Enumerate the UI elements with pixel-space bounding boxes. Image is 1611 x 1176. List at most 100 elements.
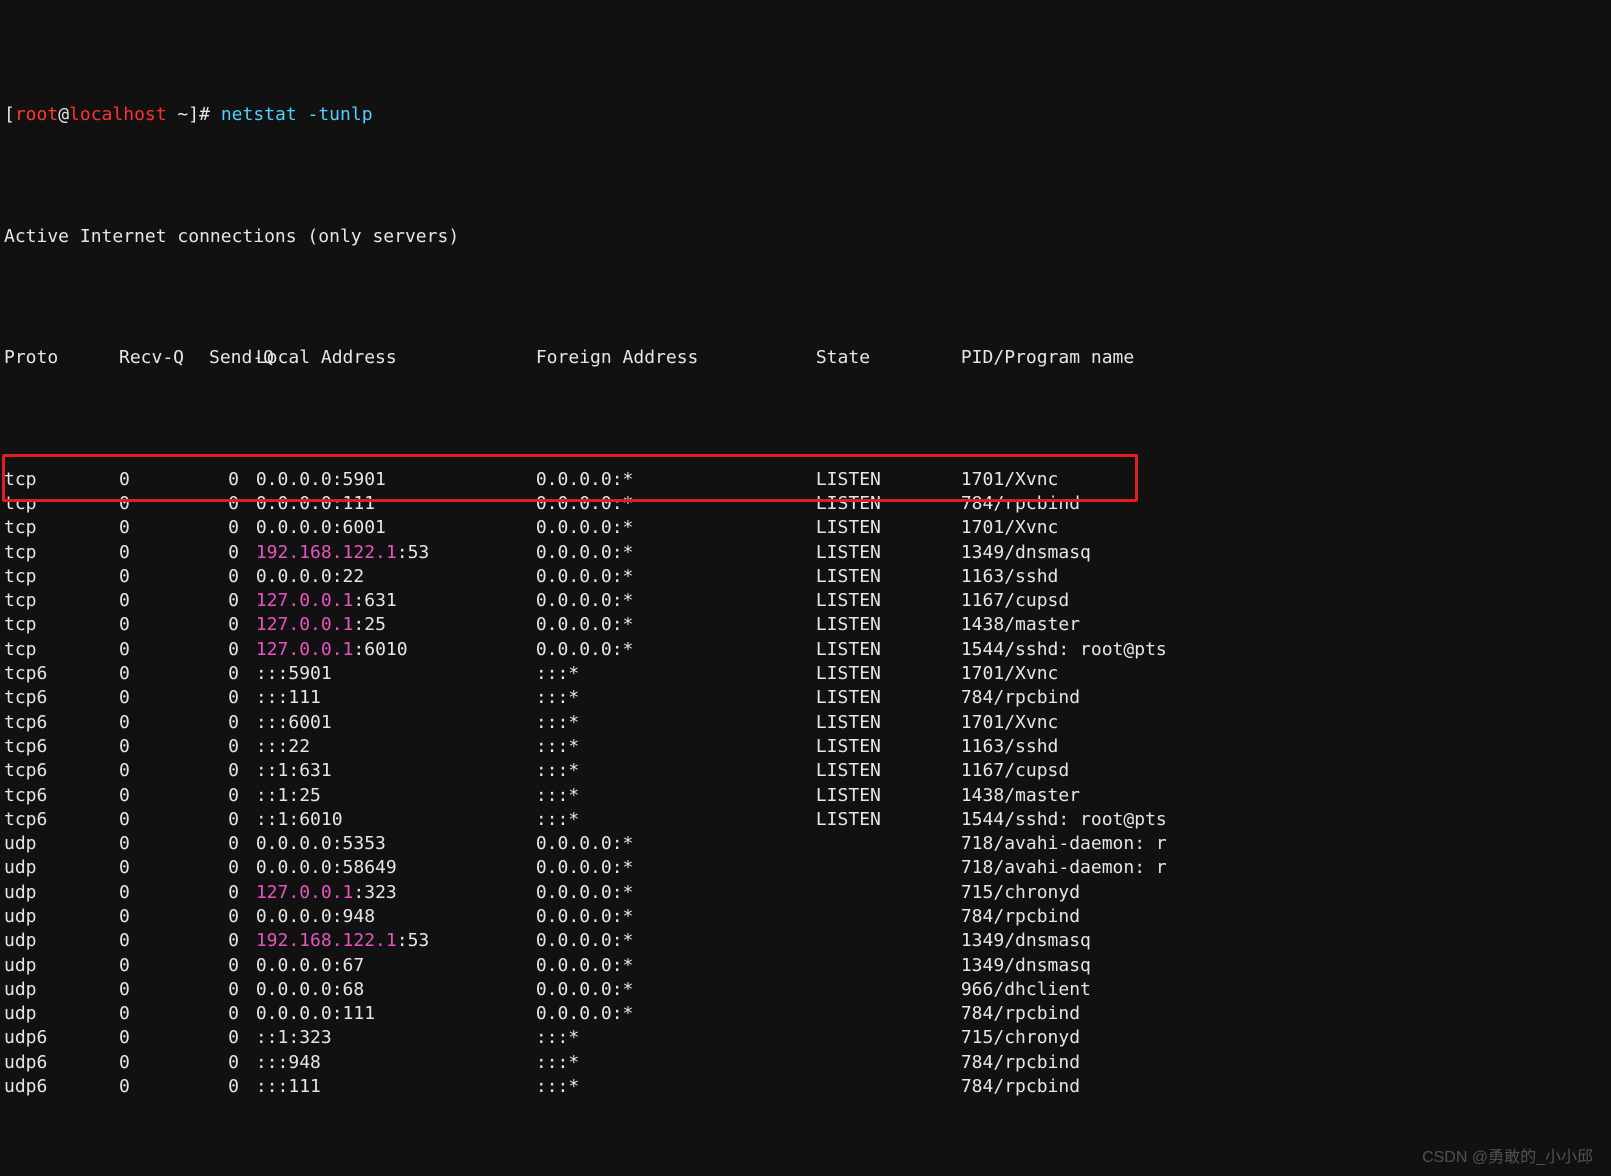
cell-pid-program: 715/chronyd	[961, 1026, 1080, 1050]
cell-sendq: 0	[209, 1075, 245, 1099]
cell-local-address: 127.0.0.1:631	[256, 589, 536, 613]
cell-foreign-address: 0.0.0.0:*	[536, 638, 816, 662]
cell-foreign-address: 0.0.0.0:*	[536, 492, 816, 516]
cell-foreign-address: :::*	[536, 662, 816, 686]
cell-state: LISTEN	[816, 541, 961, 565]
cell-foreign-address: :::*	[536, 1051, 816, 1075]
cell-proto: tcp6	[4, 784, 119, 808]
table-row: tcp600 :::111:::*LISTEN784/rpcbind	[4, 686, 1607, 710]
cell-pid-program: 784/rpcbind	[961, 1002, 1080, 1026]
cell-foreign-address: 0.0.0.0:*	[536, 541, 816, 565]
cell-state: LISTEN	[816, 638, 961, 662]
cell-proto: udp	[4, 856, 119, 880]
cell-proto: tcp6	[4, 808, 119, 832]
cell-sendq: 0	[209, 1026, 245, 1050]
cell-proto: udp	[4, 1002, 119, 1026]
table-row: tcp00 127.0.0.1:250.0.0.0:*LISTEN1438/ma…	[4, 613, 1607, 637]
cell-foreign-address: :::*	[536, 735, 816, 759]
table-row: udp600 :::111:::*784/rpcbind	[4, 1075, 1607, 1099]
cell-proto: udp6	[4, 1026, 119, 1050]
cell-pid-program: 1438/master	[961, 784, 1080, 808]
cell-pid-program: 718/avahi-daemon: r	[961, 832, 1167, 856]
cell-proto: tcp	[4, 613, 119, 637]
table-row: tcp600 :::5901:::*LISTEN1701/Xvnc	[4, 662, 1607, 686]
cell-pid-program: 1544/sshd: root@pts	[961, 808, 1167, 832]
cell-pid-program: 1438/master	[961, 613, 1080, 637]
table-row: udp00 0.0.0.0:670.0.0.0:*1349/dnsmasq	[4, 954, 1607, 978]
cell-recvq: 0	[119, 711, 209, 735]
cell-recvq: 0	[119, 856, 209, 880]
cell-recvq: 0	[119, 638, 209, 662]
cell-local-address: 0.0.0.0:111	[256, 492, 536, 516]
cell-sendq: 0	[209, 516, 245, 540]
table-row: tcp600 :::6001:::*LISTEN1701/Xvnc	[4, 711, 1607, 735]
cell-sendq: 0	[209, 589, 245, 613]
cell-pid-program: 784/rpcbind	[961, 1075, 1080, 1099]
local-ip-highlight: 192.168.122.1	[256, 930, 397, 951]
cell-pid-program: 1701/Xvnc	[961, 662, 1059, 686]
cell-pid-program: 1167/cupsd	[961, 759, 1069, 783]
cell-foreign-address: :::*	[536, 686, 816, 710]
cell-sendq: 0	[209, 492, 245, 516]
table-row: udp00 0.0.0.0:586490.0.0.0:*718/avahi-da…	[4, 856, 1607, 880]
cell-pid-program: 1544/sshd: root@pts	[961, 638, 1167, 662]
cell-pid-program: 718/avahi-daemon: r	[961, 856, 1167, 880]
cell-local-address: ::1:6010	[256, 808, 536, 832]
local-ip-highlight: 127.0.0.1	[256, 882, 354, 903]
cell-state: LISTEN	[816, 468, 961, 492]
command: netstat -tunlp	[221, 104, 373, 125]
cell-local-address: 127.0.0.1:6010	[256, 638, 536, 662]
cell-local-address: 0.0.0.0:68	[256, 978, 536, 1002]
cell-foreign-address: 0.0.0.0:*	[536, 856, 816, 880]
cell-foreign-address: 0.0.0.0:*	[536, 565, 816, 589]
cell-proto: udp	[4, 881, 119, 905]
cell-local-address: ::1:323	[256, 1026, 536, 1050]
cell-local-address: :::5901	[256, 662, 536, 686]
prompt-host: localhost	[69, 104, 167, 125]
cell-foreign-address: 0.0.0.0:*	[536, 468, 816, 492]
cell-proto: tcp6	[4, 662, 119, 686]
cell-proto: udp	[4, 954, 119, 978]
cell-local-address: 192.168.122.1:53	[256, 541, 536, 565]
cell-local-address: 0.0.0.0:58649	[256, 856, 536, 880]
cell-pid-program: 1349/dnsmasq	[961, 929, 1091, 953]
netstat-rows: tcp00 0.0.0.0:59010.0.0.0:*LISTEN1701/Xv…	[4, 468, 1607, 1100]
cell-foreign-address: :::*	[536, 759, 816, 783]
cell-state: LISTEN	[816, 711, 961, 735]
cell-proto: tcp6	[4, 735, 119, 759]
cell-sendq: 0	[209, 613, 245, 637]
cell-recvq: 0	[119, 686, 209, 710]
cell-proto: tcp6	[4, 686, 119, 710]
cell-local-address: 0.0.0.0:6001	[256, 516, 536, 540]
cell-pid-program: 784/rpcbind	[961, 905, 1080, 929]
cell-local-address: ::1:25	[256, 784, 536, 808]
cell-pid-program: 1701/Xvnc	[961, 468, 1059, 492]
cell-proto: tcp6	[4, 711, 119, 735]
cell-sendq: 0	[209, 784, 245, 808]
cell-recvq: 0	[119, 492, 209, 516]
cell-recvq: 0	[119, 1002, 209, 1026]
cell-foreign-address: :::*	[536, 808, 816, 832]
cell-proto: tcp	[4, 638, 119, 662]
table-row: udp00 192.168.122.1:530.0.0.0:*1349/dnsm…	[4, 929, 1607, 953]
cell-local-address: 0.0.0.0:22	[256, 565, 536, 589]
cell-proto: tcp	[4, 516, 119, 540]
cell-recvq: 0	[119, 929, 209, 953]
cell-state: LISTEN	[816, 492, 961, 516]
cell-pid-program: 784/rpcbind	[961, 492, 1080, 516]
cell-local-address: 0.0.0.0:67	[256, 954, 536, 978]
hdr-foreign: Foreign Address	[536, 346, 816, 370]
hdr-state: State	[816, 346, 961, 370]
table-row: tcp00 0.0.0.0:59010.0.0.0:*LISTEN1701/Xv…	[4, 468, 1607, 492]
terminal[interactable]: [root@localhost ~]# netstat -tunlp Activ…	[0, 0, 1611, 1176]
hdr-recvq: Recv-Q	[119, 346, 209, 370]
cell-recvq: 0	[119, 735, 209, 759]
cell-state: LISTEN	[816, 808, 961, 832]
cell-recvq: 0	[119, 589, 209, 613]
table-row: tcp00 127.0.0.1:60100.0.0.0:*LISTEN1544/…	[4, 638, 1607, 662]
cell-pid-program: 1349/dnsmasq	[961, 541, 1091, 565]
cell-recvq: 0	[119, 881, 209, 905]
cell-recvq: 0	[119, 759, 209, 783]
cell-foreign-address: 0.0.0.0:*	[536, 929, 816, 953]
table-row: udp00 0.0.0.0:53530.0.0.0:*718/avahi-dae…	[4, 832, 1607, 856]
